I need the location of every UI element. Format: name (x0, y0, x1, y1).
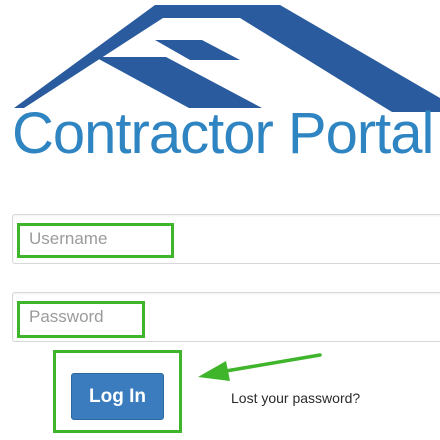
password-input[interactable] (13, 293, 440, 341)
login-page: Contractor Portal Log In Lost your passw… (0, 0, 440, 440)
login-button[interactable]: Log In (71, 373, 164, 420)
lost-password-link[interactable]: Lost your password? (231, 390, 360, 406)
username-input[interactable] (13, 215, 440, 263)
password-field-frame (12, 292, 440, 342)
green-arrow-icon (198, 353, 322, 381)
portal-title: Contractor Portal (12, 101, 434, 166)
username-field-frame (12, 214, 440, 264)
